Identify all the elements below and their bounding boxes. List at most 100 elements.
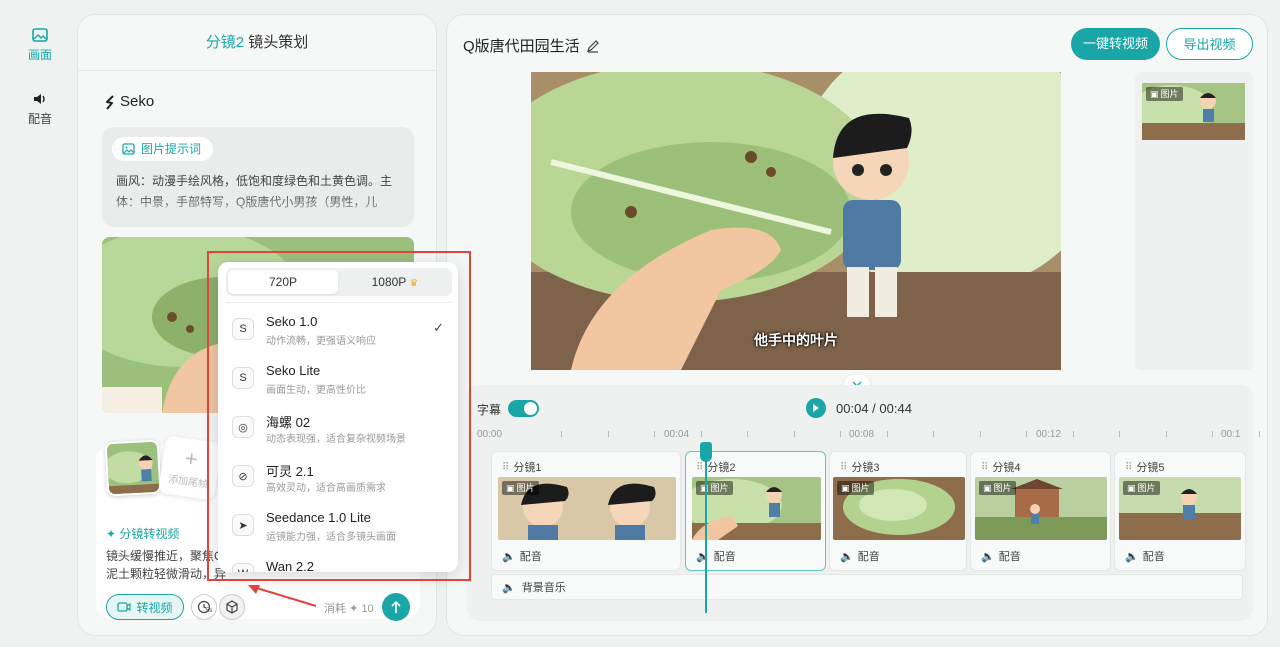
ruler-tick xyxy=(1258,431,1260,437)
clip-label: 分镜5 xyxy=(1136,462,1165,474)
image-badge: ▣图片 xyxy=(1146,87,1183,101)
clip-shot-4[interactable]: ⠿ 分镜4 ▣ 图片 🔈 配音 xyxy=(970,451,1111,571)
to-video-label: 转视频 xyxy=(136,600,173,615)
one-click-video-button[interactable]: 一键转视频 xyxy=(1071,28,1160,60)
time-display: 00:04 / 00:44 xyxy=(836,401,912,416)
frame-thumbnail[interactable]: ▣ 图片 xyxy=(1142,83,1245,140)
speaker-icon: 🔈 xyxy=(981,550,995,563)
playhead[interactable] xyxy=(705,445,707,613)
video-camera-icon xyxy=(117,602,132,612)
clip-image: ▣图片 xyxy=(498,477,676,540)
drag-handle-icon[interactable]: ⠿ xyxy=(840,462,847,473)
image-badge: ▣图片 xyxy=(502,481,539,495)
frame-strip: ▣ 图片 xyxy=(1135,72,1253,370)
subtitle-toggle[interactable] xyxy=(508,400,539,417)
prompt-card[interactable]: 图片提示词 画风：动漫手绘风格，低饱和度绿色和土黄色调。主体：中景，手部特写，Q… xyxy=(102,127,414,227)
annotation-highlight-box xyxy=(207,251,471,581)
rail-label-image: 画面 xyxy=(27,48,52,62)
submit-button[interactable] xyxy=(382,593,410,621)
ruler-tick xyxy=(700,431,702,437)
ruler-tick xyxy=(747,431,748,437)
clip-image: ▣图片 xyxy=(833,477,965,540)
sparkle-icon: ✦ xyxy=(106,527,117,541)
background-music-track[interactable]: 🔈 背景音乐 xyxy=(491,574,1243,600)
ruler-tick xyxy=(933,431,934,437)
duration-button[interactable]: 5s xyxy=(191,594,217,620)
clip-label: 分镜1 xyxy=(513,462,542,474)
image-icon: ▣ xyxy=(841,483,850,493)
shot-to-video-label: 分镜转视频 xyxy=(119,527,180,541)
image-badge-label: 图片 xyxy=(851,483,870,493)
drag-handle-icon[interactable]: ⠿ xyxy=(981,462,988,473)
image-badge-label: 图片 xyxy=(710,483,729,493)
dubbing-label: 配音 xyxy=(998,551,1021,563)
play-button[interactable] xyxy=(806,398,826,418)
seko-logo-icon xyxy=(106,94,114,110)
clip-label: 分镜2 xyxy=(707,462,736,474)
image-prompt-chip[interactable]: 图片提示词 xyxy=(112,137,214,161)
ruler-label: 00:1 xyxy=(1221,429,1241,440)
clip-image: ▣图片 xyxy=(692,477,821,540)
ruler-tick xyxy=(607,431,609,437)
drag-handle-icon[interactable]: ⠿ xyxy=(502,462,509,473)
speaker-icon xyxy=(34,94,45,104)
drag-handle-icon[interactable]: ⠿ xyxy=(696,462,703,473)
rail-item-image[interactable]: 画面 xyxy=(14,28,66,63)
first-frame-thumbnail[interactable] xyxy=(104,439,162,497)
speaker-icon: 🔈 xyxy=(696,550,710,563)
project-title-text: Q版唐代田园生活 xyxy=(463,38,580,55)
timeline: 字幕 00:04 / 00:44 00:00 00:04 00:08 00:12… xyxy=(467,385,1260,621)
clip-label: 分镜4 xyxy=(992,462,1021,474)
clip-shot-5[interactable]: ⠿ 分镜5 ▣ 图片 🔈 配音 xyxy=(1114,451,1246,571)
ruler-tick xyxy=(1026,431,1027,437)
seko-logo-text: Seko xyxy=(120,93,155,110)
dubbing-track[interactable]: 🔈 配音 xyxy=(981,548,1021,564)
preview-illustration xyxy=(531,72,1061,370)
dubbing-label: 配音 xyxy=(857,551,880,563)
video-preview[interactable]: 他手中的叶片 xyxy=(531,72,1061,370)
ruler-tick xyxy=(793,431,795,437)
ruler-tick xyxy=(654,431,655,437)
clip-image: ▣图片 xyxy=(975,477,1107,540)
ruler-label: 00:08 xyxy=(849,429,875,440)
image-icon: ▣ xyxy=(1150,89,1159,99)
export-video-button[interactable]: 导出视频 xyxy=(1166,28,1253,60)
story-header: 分镜2 镜头策划 xyxy=(78,15,436,71)
dubbing-label: 配音 xyxy=(713,551,736,563)
clip-image: ▣图片 xyxy=(1119,477,1241,540)
dubbing-track[interactable]: 🔈 配音 xyxy=(502,548,542,564)
rail-item-dubbing[interactable]: 配音 xyxy=(14,92,66,127)
dubbing-track[interactable]: 🔈 配音 xyxy=(696,548,736,564)
story-title: 镜头策划 xyxy=(248,34,309,51)
background-music-label: 背景音乐 xyxy=(521,582,566,594)
image-icon xyxy=(122,143,135,155)
cube-icon xyxy=(226,600,238,614)
subtitle-toggle-label: 字幕 xyxy=(477,403,502,417)
shot-tab[interactable]: 分镜2 xyxy=(206,34,244,51)
image-icon: ▣ xyxy=(1127,483,1136,493)
edit-icon[interactable] xyxy=(586,39,600,53)
image-badge-label: 图片 xyxy=(1160,89,1179,99)
image-badge-label: 图片 xyxy=(993,483,1012,493)
ruler-tick xyxy=(840,431,841,437)
current-time: 00:04 xyxy=(836,401,869,416)
ruler-tick xyxy=(1165,431,1167,437)
playhead-handle[interactable] xyxy=(700,442,712,462)
project-title: Q版唐代田园生活 xyxy=(463,35,600,56)
ruler-label: 00:00 xyxy=(477,429,503,440)
dubbing-track[interactable]: 🔈 配音 xyxy=(840,548,880,564)
ruler-tick xyxy=(1212,431,1213,437)
to-video-button[interactable]: 转视频 xyxy=(106,594,184,620)
seko-logo: Seko xyxy=(104,93,154,110)
add-tail-label: 添加尾帧 xyxy=(167,474,209,491)
clip-shot-1[interactable]: ⠿ 分镜1 ▣ 图片 🔈 配音 xyxy=(491,451,681,571)
image-badge-label: 图片 xyxy=(516,483,535,493)
image-prompt-label: 图片提示词 xyxy=(141,142,202,156)
speaker-icon: 🔈 xyxy=(840,550,854,563)
cost-value: 10 xyxy=(361,603,374,615)
image-badge: ▣图片 xyxy=(1123,481,1160,495)
dubbing-track[interactable]: 🔈 配音 xyxy=(1125,548,1165,564)
drag-handle-icon[interactable]: ⠿ xyxy=(1125,462,1132,473)
clip-shot-3[interactable]: ⠿ 分镜3 ▣ 图片 🔈 配音 xyxy=(829,451,967,571)
editor-panel: Q版唐代田园生活 一键转视频 导出视频 他手中的叶片 ▣ 图片 字幕 00:04… xyxy=(446,14,1268,636)
